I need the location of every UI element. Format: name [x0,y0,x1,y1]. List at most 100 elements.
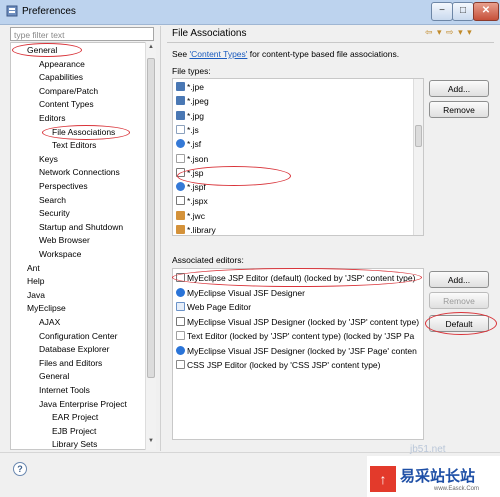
associated-editors-label: Associated editors: [172,255,244,265]
tree-item[interactable]: EJB Project [52,426,96,437]
tree-item[interactable]: Files and Editors [39,358,102,369]
content-types-note: See 'Content Types' for content-type bas… [172,49,399,59]
tree-item[interactable]: Perspectives [39,181,88,192]
file-type-row[interactable]: *.jpeg [176,96,209,107]
jsp-editor-icon [176,316,185,326]
file-type-row[interactable]: *.jwc [176,210,205,222]
file-type-label: *.jpe [187,82,205,92]
myeclipse-icon [176,287,185,297]
header-separator [167,42,494,43]
file-type-row[interactable]: *.jsf [176,139,201,150]
editor-label: MyEclipse Visual JSF Designer [187,287,305,298]
file-type-label: *.json [187,153,209,164]
web-page-icon [176,302,185,311]
file-type-label: *.js [187,124,199,135]
editor-label: CSS JSP Editor (locked by 'CSS JSP' cont… [187,360,381,370]
tree-item[interactable]: Content Types [39,99,94,110]
editor-row[interactable]: MyEclipse Visual JSF Designer (locked by… [176,345,417,357]
tree-item[interactable]: Text Editors [52,140,96,151]
tree-item[interactable]: Compare/Patch [39,86,98,97]
file-types-label: File types: [172,66,211,76]
file-type-label: *.jspx [187,196,208,207]
filter-input[interactable]: type filter text [10,27,154,41]
file-types-list[interactable]: *.jpe *.jpeg *.jpg *.js *.jsf *.json *.jsp *.js… [172,78,424,236]
file-type-row[interactable]: *.jpe [176,82,204,93]
tree-item[interactable]: MyEclipse [27,303,66,314]
editor-row[interactable]: MyEclipse Visual JSF Designer [176,287,305,299]
tree-item[interactable]: General [39,371,69,382]
watermark-text: 易采站长站 [400,468,476,485]
jsp-file-icon [176,196,185,206]
associated-editors-list[interactable]: MyEclipse JSP Editor (default) (locked b… [172,268,424,440]
editor-row[interactable]: Text Editor (locked by 'JSP' content typ… [176,331,414,342]
file-types-scrollbar-thumb[interactable] [415,125,422,147]
file-type-label: *.jpeg [187,96,209,107]
tree-item[interactable]: Java [27,290,45,301]
file-type-label: *.library [187,225,216,235]
content-types-link[interactable]: 'Content Types' [190,49,248,59]
tree-item[interactable]: Ant [27,263,40,274]
file-type-label: *.jsf [187,139,202,150]
tree-scrollbar-thumb[interactable] [147,58,155,378]
tree-item[interactable]: Library Sets [52,439,97,449]
tree-item[interactable]: EAR Project [52,412,98,423]
tree-item[interactable]: Internet Tools [39,385,90,396]
editor-row[interactable]: CSS JSP Editor (locked by 'CSS JSP' cont… [176,360,380,371]
jwc-file-icon [176,225,185,234]
tree-item[interactable]: Security [39,208,70,219]
text-file-icon [176,153,185,163]
add-file-type-button[interactable]: Add... [429,80,489,97]
js-file-icon [176,124,185,134]
editor-row[interactable]: Web Page Editor [176,302,251,313]
tree-scrollbar[interactable]: ▲ ▼ [145,42,156,450]
tree-item[interactable]: Web Browser [39,235,90,246]
preferences-tree[interactable]: General Appearance Capabilities Compare/Pat… [10,42,156,450]
scroll-up-icon[interactable]: ▲ [147,44,155,54]
jwc-file-icon [176,210,185,220]
file-type-row[interactable]: *.jspx [176,196,208,207]
tree-item[interactable]: Editors [39,113,65,124]
tree-item[interactable]: Appearance [39,59,85,70]
tree-item[interactable]: Java Enterprise Project [39,399,127,410]
scroll-down-icon[interactable]: ▼ [147,438,155,448]
maximize-button[interactable]: □ [452,2,474,21]
history-nav-icons[interactable]: ⇦ ▾ ⇨ ▾ ▾ [425,27,473,38]
help-icon[interactable]: ? [13,462,27,476]
file-type-row[interactable]: *.json [176,153,209,165]
file-type-row[interactable]: *.jpg [176,110,204,122]
remove-file-type-button[interactable]: Remove [429,101,489,118]
tree-item[interactable]: Workspace [39,249,81,260]
tree-item[interactable]: Startup and Shutdown [39,222,123,233]
add-editor-button[interactable]: Add... [429,271,489,288]
file-type-label: *.jwc [187,210,205,221]
remove-editor-button[interactable]: Remove [429,292,489,309]
close-button[interactable]: ✕ [473,2,499,21]
note-prefix: See [172,49,190,59]
editor-row[interactable]: MyEclipse Visual JSP Designer (locked by… [176,316,419,328]
note-suffix: for content-type based file associations… [247,49,400,59]
minimize-button[interactable]: − [431,2,453,21]
jsf-file-icon [176,182,185,192]
image-file-icon [176,96,185,106]
default-button-highlight [425,312,497,335]
tree-item[interactable]: AJAX [39,317,60,328]
tree-item[interactable]: Help [27,276,44,287]
file-type-row[interactable]: *.js [176,124,199,136]
general-highlight [12,43,82,57]
tree-item[interactable]: Database Explorer [39,344,109,355]
editor-label: Web Page Editor [187,302,252,312]
css-file-icon [176,360,185,369]
tree-item[interactable]: Capabilities [39,72,83,83]
tree-item[interactable]: Configuration Center [39,331,117,342]
file-type-row[interactable]: *.library [176,225,216,235]
tree-item[interactable]: Search [39,195,66,206]
title-bar: Preferences − □ ✕ [0,0,500,25]
tree-item[interactable]: Network Connections [39,167,120,178]
page-title: File Associations [172,28,247,39]
image-file-icon [176,110,185,120]
pane-divider[interactable] [160,26,161,451]
watermark-logo: ↑ [370,466,396,492]
file-types-scrollbar[interactable] [413,79,423,235]
tree-item[interactable]: Keys [39,154,58,165]
watermark: ↑ 易采站长站 www.Easck.Com [367,456,500,497]
